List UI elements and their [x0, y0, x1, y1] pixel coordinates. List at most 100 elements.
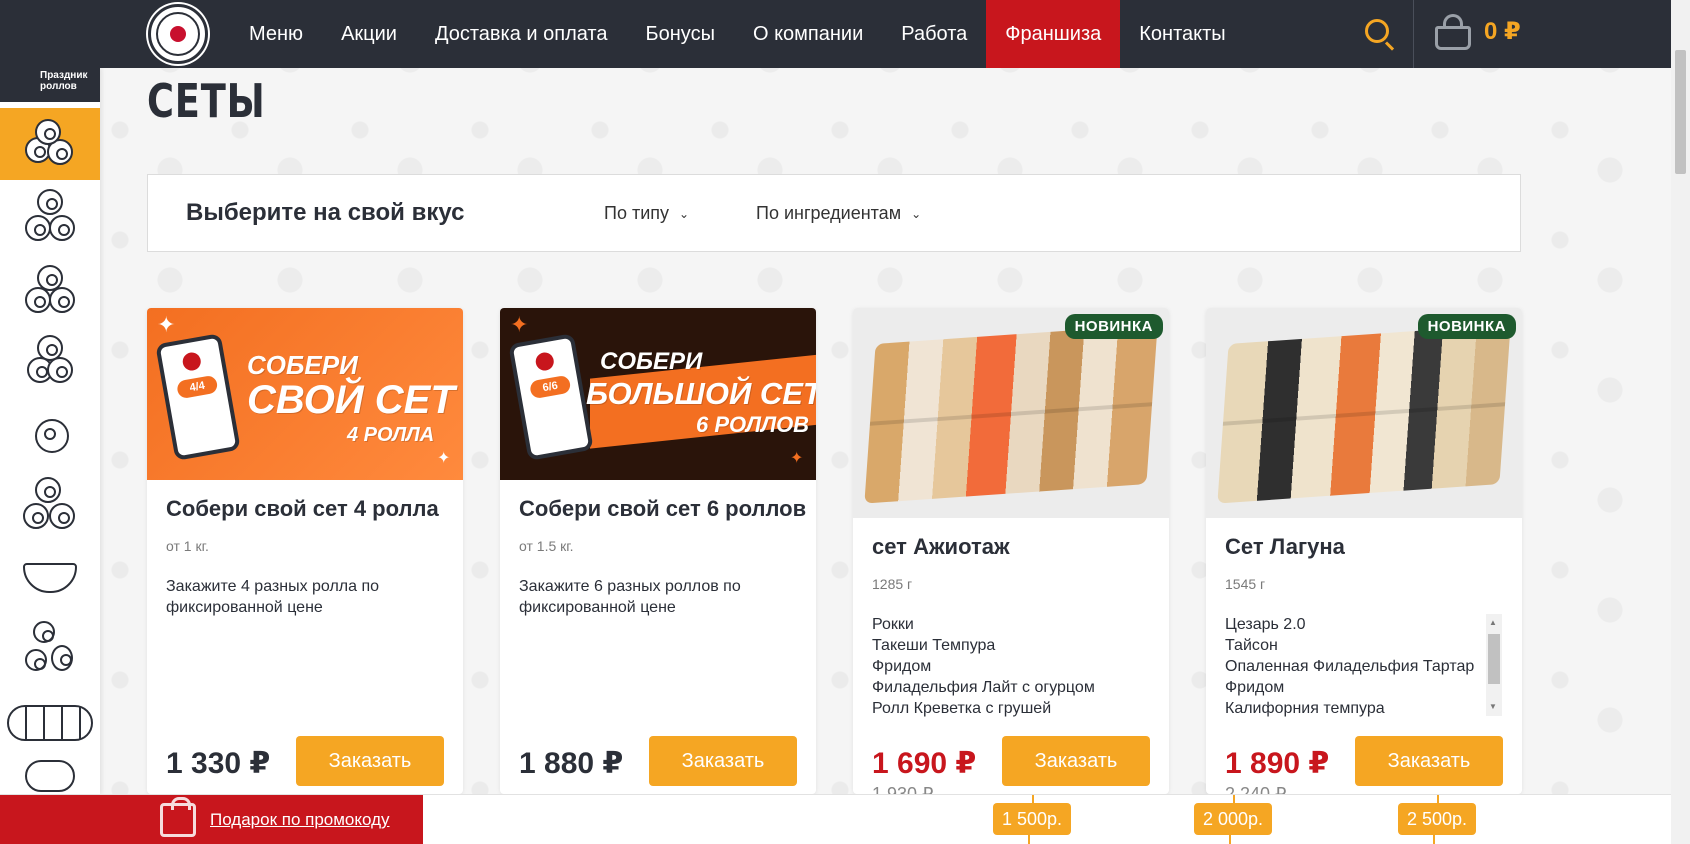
product-composition: Рокки Такеши Темпура Фридом Филадельфия …	[872, 614, 1142, 719]
filter-by-ingredients-dropdown[interactable]: По ингредиентам ⌄	[756, 203, 921, 224]
product-old-price: 2 240 ₽	[1225, 784, 1287, 794]
site-header: Меню Акции Доставка и оплата Бонусы О ко…	[0, 0, 1671, 68]
sidebar-item-baked-rolls[interactable]	[0, 324, 100, 396]
nav-franchise[interactable]: Франшиза	[986, 0, 1121, 68]
hot-rolls-icon	[23, 261, 77, 315]
product-name[interactable]: Собери свой сет 6 роллов	[519, 496, 806, 522]
sidebar-item-sushi[interactable]	[0, 756, 100, 796]
sidebar-item-sets[interactable]	[0, 108, 100, 180]
composition-scrollbar[interactable]: ▲ ▼	[1486, 614, 1502, 716]
sidebar-item-long-rolls[interactable]	[0, 684, 100, 756]
sushi-set-image	[864, 324, 1158, 504]
scroll-down-icon[interactable]: ▼	[1489, 702, 1497, 711]
sidebar-item-mixed-rolls[interactable]	[0, 468, 100, 540]
sidebar-item-bowls[interactable]	[0, 540, 100, 612]
sidebar-item-mini-rolls[interactable]	[0, 612, 100, 684]
product-old-price: 1 930 ₽	[872, 784, 934, 794]
nav-about[interactable]: О компании	[734, 0, 882, 68]
product-photo[interactable]: НОВИНКА	[1206, 308, 1522, 518]
filter-by-type-label: По типу	[604, 203, 669, 223]
banner-text-line3: 6 РОЛЛОВ	[696, 412, 810, 437]
composition-item: Ролл Креветка с грушей	[872, 700, 1052, 717]
composition-scroll-area[interactable]: Цезарь 2.0 Тайсон Опаленная Филадельфия …	[1206, 614, 1522, 719]
nav-delivery[interactable]: Доставка и оплата	[416, 0, 627, 68]
mini-rolls-icon	[23, 621, 77, 675]
product-name[interactable]: сет Ажиотаж	[872, 534, 1010, 560]
product-price: 1 690 ₽	[872, 747, 977, 780]
logo[interactable]	[148, 4, 208, 64]
order-button[interactable]: Заказать	[1002, 736, 1150, 786]
banner-text-line1: СОБЕРИ	[247, 350, 358, 380]
tempura-icon	[23, 405, 77, 459]
product-card[interactable]: ✦ ✦ 4/4 СОБЕРИ СВОЙ СЕТ 4 РОЛЛА Собери с…	[147, 308, 463, 794]
filter-title: Выберите на свой вкус	[186, 199, 465, 226]
sidebar-item-tempura[interactable]	[0, 396, 100, 468]
nav-bonuses[interactable]: Бонусы	[627, 0, 734, 68]
product-photo[interactable]: НОВИНКА	[853, 308, 1169, 518]
composition-item: Опаленная Филадельфия Тартар	[1225, 658, 1475, 675]
composition-item: Фридом	[872, 658, 932, 675]
page-scrollbar-thumb[interactable]	[1675, 50, 1686, 174]
composition-item: Такеши Темпура	[872, 637, 996, 654]
composition-item: Филадельфия Лайт с огурцом	[872, 679, 1095, 696]
milestone-tick	[1433, 835, 1435, 844]
nav-menu[interactable]: Меню	[230, 0, 322, 68]
product-name[interactable]: Сет Лагуна	[1225, 534, 1345, 560]
baked-rolls-icon	[23, 333, 77, 387]
order-button[interactable]: Заказать	[1355, 736, 1503, 786]
composition-item: Тайсон	[1225, 637, 1278, 654]
promo-code-gift-button[interactable]: Подарок по промокоду	[0, 795, 423, 844]
sparkle-icon: ✦	[510, 312, 529, 337]
new-badge: НОВИНКА	[1064, 314, 1163, 339]
rolls-icon	[23, 189, 77, 243]
page-title: СЕТЫ	[147, 74, 266, 128]
order-button[interactable]: Заказать	[296, 736, 444, 786]
banner-text-line2: БОЛЬШОЙ СЕТ	[586, 376, 816, 411]
product-card[interactable]: НОВИНКА Сет Лагуна 1545 г Цезарь 2.0 Тай…	[1206, 308, 1522, 794]
long-rolls-icon	[7, 693, 93, 747]
composition-item: Калифорния темпура	[1225, 700, 1385, 717]
phone-illustration: 6/6	[508, 333, 594, 461]
product-card[interactable]: НОВИНКА сет Ажиотаж 1285 г Рокки Такеши …	[853, 308, 1169, 794]
sidebar-item-hot-rolls[interactable]	[0, 252, 100, 324]
filter-by-ingredients-label: По ингредиентам	[756, 203, 902, 223]
filter-by-type-dropdown[interactable]: По типу ⌄	[604, 203, 689, 224]
nav-contacts[interactable]: Контакты	[1120, 0, 1244, 68]
composition-item: Цезарь 2.0	[1225, 616, 1306, 633]
sparkle-icon: ✦	[790, 450, 804, 467]
promo-code-gift-label[interactable]: Подарок по промокоду	[210, 810, 390, 830]
product-price: 1 890 ₽	[1225, 747, 1330, 780]
banner-text-line2: СВОЙ СЕТ	[247, 378, 455, 422]
scroll-up-icon[interactable]: ▲	[1489, 618, 1497, 627]
bottom-promo-bar: Подарок по промокоду 1 500р. 2 000р. 2 5…	[0, 794, 1671, 844]
product-composition: Цезарь 2.0 Тайсон Опаленная Филадельфия …	[1225, 614, 1495, 719]
banner-text-line1: СОБЕРИ	[600, 348, 703, 375]
product-description: Закажите 6 разных роллов по фиксированно…	[519, 578, 741, 616]
nav-promotions[interactable]: Акции	[322, 0, 416, 68]
cart-icon[interactable]	[1432, 12, 1474, 52]
header-divider	[1413, 0, 1414, 68]
chevron-down-icon: ⌄	[911, 207, 922, 222]
scrollbar-thumb[interactable]	[1488, 634, 1500, 684]
main-nav: Меню Акции Доставка и оплата Бонусы О ко…	[230, 0, 1245, 68]
progress-milestone: 2 500р.	[1398, 795, 1477, 835]
bowl-icon	[23, 549, 77, 603]
sidebar-item-rolls[interactable]	[0, 180, 100, 252]
composition-item: Рокки	[872, 616, 914, 633]
sets-icon	[23, 117, 77, 171]
product-description: Закажите 4 разных ролла по фиксированной…	[166, 578, 380, 616]
search-icon[interactable]	[1363, 17, 1397, 51]
order-button[interactable]: Заказать	[649, 736, 797, 786]
product-weight: от 1.5 кг.	[519, 538, 574, 554]
sparkle-icon: ✦	[437, 450, 451, 467]
product-weight: 1285 г	[872, 576, 913, 592]
nav-jobs[interactable]: Работа	[882, 0, 986, 68]
product-card[interactable]: ✦ ✦ 6/6 СОБЕРИ БОЛЬШОЙ СЕТ 6 РОЛЛОВ Собе…	[500, 308, 816, 794]
cart-total[interactable]: 0 ₽	[1484, 17, 1521, 46]
chevron-down-icon: ⌄	[679, 207, 690, 222]
page-scrollbar[interactable]	[1671, 0, 1690, 844]
sushi-set-image	[1217, 324, 1511, 504]
product-banner-image: ✦ ✦ 4/4 СОБЕРИ СВОЙ СЕТ 4 РОЛЛА	[147, 308, 463, 480]
progress-milestone: 1 500р.	[993, 795, 1072, 835]
product-name[interactable]: Собери свой сет 4 ролла	[166, 496, 439, 522]
